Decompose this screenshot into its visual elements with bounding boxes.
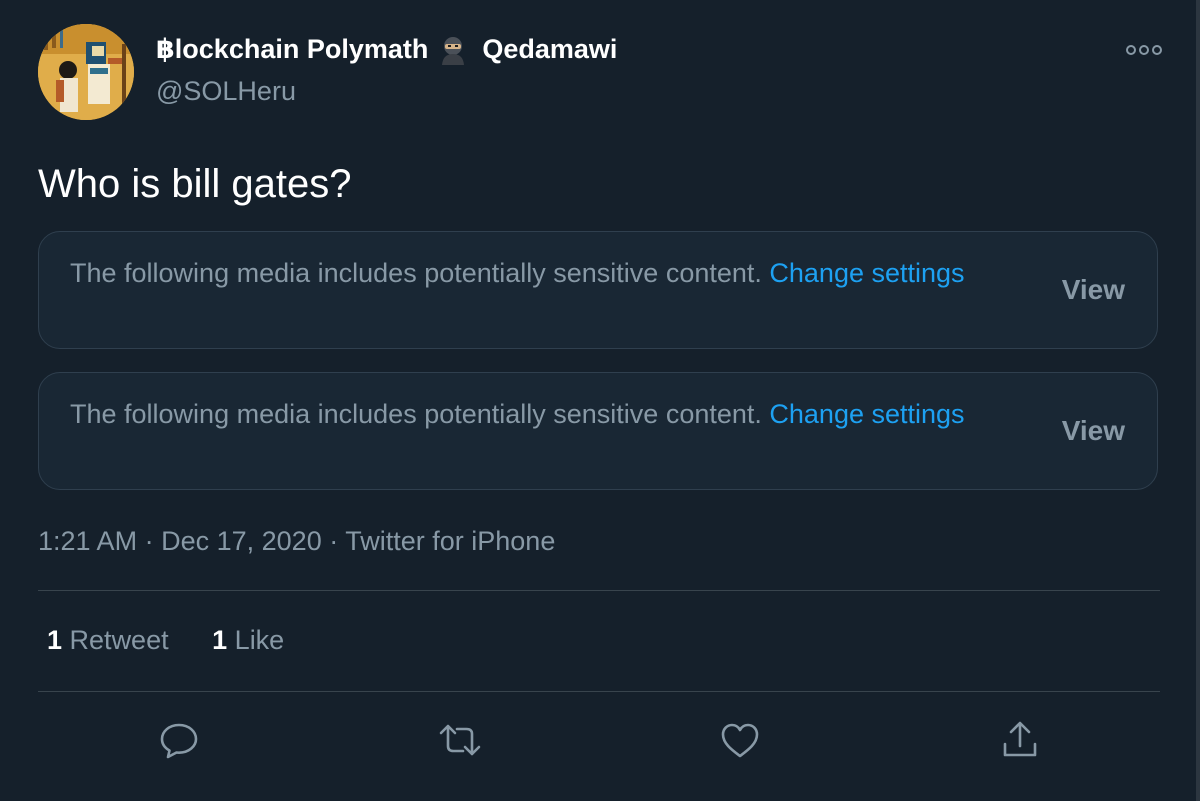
author-handle[interactable]: @SOLHeru [156, 76, 296, 107]
reply-icon[interactable] [157, 718, 201, 762]
notice-message: The following media includes potentially… [70, 258, 762, 288]
share-icon[interactable] [998, 718, 1042, 762]
notice-text: The following media includes potentially… [70, 254, 1010, 293]
view-media-button[interactable]: View [1062, 415, 1125, 447]
divider [38, 691, 1160, 692]
meta-separator: · [329, 526, 339, 556]
tweet-source[interactable]: Twitter for iPhone [345, 526, 555, 556]
like-icon[interactable] [718, 718, 762, 762]
tweet-stats: 1 Retweet 1 Like [47, 625, 320, 656]
more-options-icon[interactable] [1124, 38, 1164, 62]
author-display-name[interactable]: ฿lockchain Polymath Qedamawi [156, 34, 617, 65]
tweet-date[interactable]: Dec 17, 2020 [161, 526, 322, 556]
avatar[interactable] [38, 24, 134, 120]
change-settings-link[interactable]: Change settings [769, 258, 964, 288]
notice-text: The following media includes potentially… [70, 395, 1010, 434]
tweet-text: Who is bill gates? [38, 162, 352, 206]
retweet-count[interactable]: 1 Retweet [47, 625, 169, 655]
author-name-suffix: Qedamawi [482, 34, 618, 64]
author-name-text: ฿lockchain Polymath [156, 34, 429, 64]
tweet-meta: 1:21 AM · Dec 17, 2020 · Twitter for iPh… [38, 526, 555, 557]
sensitive-media-notice: The following media includes potentially… [38, 372, 1158, 490]
meta-separator: · [144, 526, 154, 556]
retweet-icon[interactable] [438, 718, 482, 762]
notice-message: The following media includes potentially… [70, 399, 762, 429]
like-count-label: Like [234, 625, 285, 655]
view-media-button[interactable]: View [1062, 274, 1125, 306]
ninja-emoji-icon [438, 35, 468, 65]
change-settings-link[interactable]: Change settings [769, 399, 964, 429]
divider [38, 590, 1160, 591]
retweet-count-number: 1 [47, 625, 63, 655]
sensitive-media-notice: The following media includes potentially… [38, 231, 1158, 349]
like-count[interactable]: 1 Like [212, 625, 284, 655]
like-count-number: 1 [212, 625, 228, 655]
window-edge [1196, 0, 1200, 801]
tweet-time[interactable]: 1:21 AM [38, 526, 137, 556]
retweet-count-label: Retweet [69, 625, 169, 655]
